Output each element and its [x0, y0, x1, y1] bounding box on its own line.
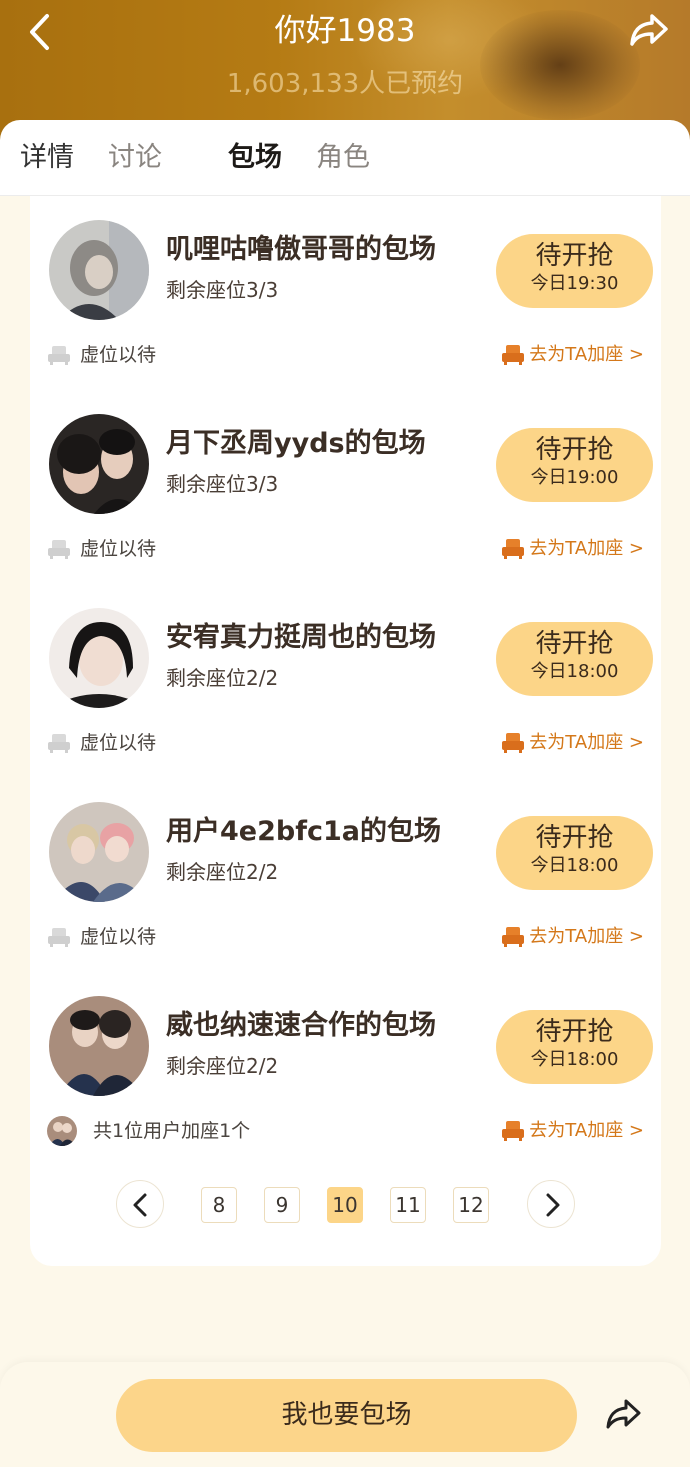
add-seat-link[interactable]: 去为TA加座 >: [502, 342, 644, 368]
seat-icon: [502, 1121, 525, 1141]
share-arrow-icon: [606, 1399, 641, 1429]
next-page-button[interactable]: [527, 1180, 575, 1228]
add-seat-link[interactable]: 去为TA加座 >: [502, 730, 644, 756]
add-seat-label: 去为TA加座 >: [529, 926, 644, 947]
item-title: 用户4e2bfc1a的包场: [166, 816, 441, 847]
page-11[interactable]: 11: [390, 1187, 426, 1223]
avatar[interactable]: [49, 802, 149, 902]
list-item: 安宥真力挺周也的包场 剩余座位2/2 待开抢 今日18:00 虚位以待 去为TA…: [30, 584, 661, 778]
item-title: 叽哩咕噜傲哥哥的包场: [166, 234, 436, 265]
item-title: 安宥真力挺周也的包场: [166, 622, 436, 653]
book-screening-button[interactable]: 我也要包场: [116, 1379, 577, 1452]
seats-remaining: 剩余座位2/2: [166, 1054, 279, 1078]
seat-icon: [502, 345, 525, 365]
start-time: 今日19:30: [530, 273, 619, 294]
grab-button[interactable]: 待开抢 今日19:00: [496, 428, 653, 502]
grab-button[interactable]: 待开抢 今日18:00: [496, 816, 653, 890]
list-item: 月下丞周yyds的包场 剩余座位3/3 待开抢 今日19:00 虚位以待 去为T…: [30, 390, 661, 584]
pagination: 8 9 10 11 12: [30, 1180, 661, 1230]
grab-label: 待开抢: [535, 629, 614, 659]
page-title: 你好1983: [274, 13, 416, 49]
grab-label: 待开抢: [535, 435, 614, 465]
page-9[interactable]: 9: [264, 1187, 300, 1223]
start-time: 今日18:00: [530, 1049, 619, 1070]
add-seat-label: 去为TA加座 >: [529, 1120, 644, 1141]
avatar[interactable]: [49, 996, 149, 1096]
seat-status: 虚位以待: [47, 730, 156, 756]
seat-icon: [502, 927, 525, 947]
seat-status: 虚位以待: [47, 536, 156, 562]
share-arrow-icon: [630, 14, 668, 46]
page-10[interactable]: 10: [327, 1187, 363, 1223]
seat-status: 虚位以待: [47, 924, 156, 950]
grab-button[interactable]: 待开抢 今日18:00: [496, 622, 653, 696]
item-title: 威也纳速速合作的包场: [166, 1010, 436, 1041]
seat-status: 虚位以待: [47, 342, 156, 368]
chevron-left-icon: [133, 1193, 147, 1217]
page-8[interactable]: 8: [201, 1187, 237, 1223]
seats-remaining: 剩余座位3/3: [166, 278, 279, 302]
tab-bar: 详情 讨论 包场 角色: [0, 120, 690, 196]
seat-icon: [48, 540, 70, 559]
bottom-action-bar: 我也要包场: [0, 1362, 690, 1467]
list-item: 威也纳速速合作的包场 剩余座位2/2 待开抢 今日18:00 共1位用户加座1个…: [30, 972, 661, 1166]
tab-private-screening[interactable]: 包场: [228, 138, 282, 178]
item-title: 月下丞周yyds的包场: [166, 428, 426, 459]
grab-label: 待开抢: [535, 241, 614, 271]
seat-icon: [48, 346, 70, 365]
seat-icon: [48, 928, 70, 947]
add-seat-link[interactable]: 去为TA加座 >: [502, 924, 644, 950]
screening-list: 叽哩咕噜傲哥哥的包场 剩余座位3/3 待开抢 今日19:30 虚位以待 去为TA…: [30, 196, 661, 1266]
avatar[interactable]: [49, 220, 149, 320]
grab-label: 待开抢: [535, 823, 614, 853]
seats-remaining: 剩余座位2/2: [166, 860, 279, 884]
seat-icon: [502, 539, 525, 559]
seat-status-text: 虚位以待: [80, 926, 157, 948]
avatar[interactable]: [49, 414, 149, 514]
seat-status-text: 虚位以待: [80, 538, 157, 560]
page-12[interactable]: 12: [453, 1187, 489, 1223]
start-time: 今日18:00: [530, 855, 619, 876]
add-seat-label: 去为TA加座 >: [529, 344, 644, 365]
grab-button[interactable]: 待开抢 今日18:00: [496, 1010, 653, 1084]
list-item: 用户4e2bfc1a的包场 剩余座位2/2 待开抢 今日18:00 虚位以待 去…: [30, 778, 661, 972]
tab-characters[interactable]: 角色: [316, 138, 370, 178]
prev-page-button[interactable]: [116, 1180, 164, 1228]
start-time: 今日18:00: [530, 661, 619, 682]
add-seat-link[interactable]: 去为TA加座 >: [502, 536, 644, 562]
tab-details[interactable]: 详情: [20, 138, 74, 178]
list-item: 叽哩咕噜傲哥哥的包场 剩余座位3/3 待开抢 今日19:30 虚位以待 去为TA…: [30, 196, 661, 390]
add-seat-link[interactable]: 去为TA加座 >: [502, 1118, 644, 1144]
start-time: 今日19:00: [530, 467, 619, 488]
seat-status-text: 共1位用户加座1个: [93, 1120, 251, 1142]
seat-status: 共1位用户加座1个: [47, 1116, 251, 1146]
add-seat-label: 去为TA加座 >: [529, 732, 644, 753]
seats-remaining: 剩余座位3/3: [166, 472, 279, 496]
avatar[interactable]: [47, 1116, 77, 1146]
header-banner: 你好1983 1,603,133人已预约: [0, 0, 690, 140]
grab-label: 待开抢: [535, 1017, 614, 1047]
add-seat-label: 去为TA加座 >: [529, 538, 644, 559]
share-button[interactable]: [604, 1395, 644, 1435]
seat-status-text: 虚位以待: [80, 732, 157, 754]
avatar[interactable]: [49, 608, 149, 708]
seat-status-text: 虚位以待: [80, 344, 157, 366]
seat-icon: [502, 733, 525, 753]
seats-remaining: 剩余座位2/2: [166, 666, 279, 690]
share-button[interactable]: [628, 10, 672, 50]
grab-button[interactable]: 待开抢 今日19:30: [496, 234, 653, 308]
reservation-count: 1,603,133人已预约: [226, 69, 464, 99]
tab-discussion[interactable]: 讨论: [108, 138, 162, 178]
chevron-right-icon: [546, 1193, 560, 1217]
seat-icon: [48, 734, 70, 753]
